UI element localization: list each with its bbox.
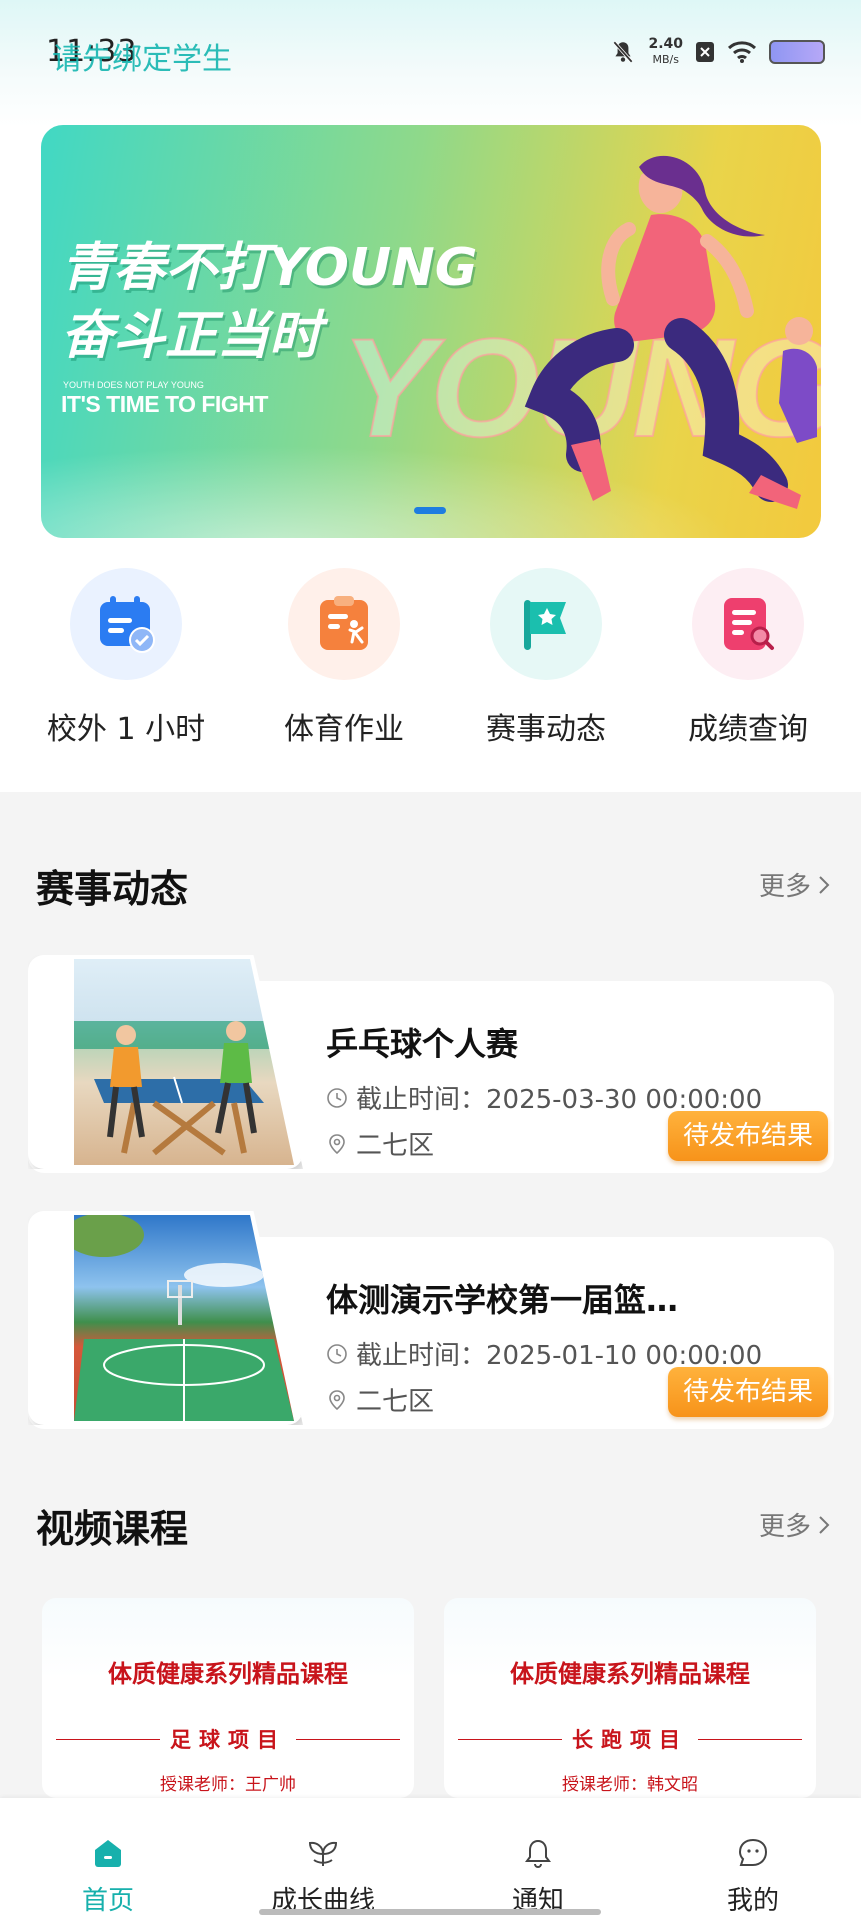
calendar-check-icon (100, 596, 155, 653)
divider (458, 1738, 562, 1740)
quick-label: 体育作业 (284, 712, 404, 747)
document-search-icon (724, 598, 774, 650)
video-teacher: 授课老师：王广帅 (160, 1775, 296, 1795)
quick-item-offcampus-hour[interactable]: 校外 1 小时 (26, 568, 226, 748)
tab-profile[interactable]: 我的 (683, 1836, 823, 1917)
location-pin-icon (329, 1133, 345, 1154)
battery-icon (769, 40, 825, 64)
more-label: 更多 (758, 1512, 811, 1542)
bell-muted-icon (613, 41, 634, 63)
clock-icon (327, 1343, 347, 1364)
event-location: 二七区 (326, 1381, 434, 1418)
sprout-icon (308, 1841, 338, 1866)
home-icon (95, 1840, 121, 1867)
video-teacher: 授课老师：韩文昭 (562, 1775, 698, 1795)
table-tennis-scene (74, 1021, 294, 1156)
event-card[interactable]: 乒乓球个人赛 截止时间：2025-03-30 00:00:00 二七区 待发布结… (28, 955, 834, 1187)
video-sport-label: 长跑项目 (572, 1728, 688, 1752)
bell-icon (525, 1839, 551, 1868)
runner-illustration (524, 155, 817, 509)
status-bar: 11:33 请先绑定学生 2.40 MB/s (0, 0, 861, 100)
events-more-link[interactable]: 更多 (759, 866, 831, 903)
tab-label: 我的 (726, 1886, 779, 1916)
quick-icon-bg (490, 568, 602, 680)
sim-blocked-icon (696, 42, 714, 62)
quick-item-pe-homework[interactable]: 体育作业 (244, 568, 444, 748)
tab-label: 首页 (81, 1886, 134, 1916)
profile-icon (738, 1838, 768, 1866)
banner-headline-1: 青春不打YOUNG (61, 238, 478, 298)
tab-growth-curve[interactable]: 成长曲线 (253, 1836, 393, 1917)
event-title: 乒乓球个人赛 (326, 1025, 519, 1063)
banner-small-text: YOUTH DOES NOT PLAY YOUNG (63, 380, 204, 390)
divider (698, 1738, 802, 1740)
location-text: 二七区 (356, 1387, 435, 1417)
status-icons: 2.40 MB/s (610, 32, 825, 72)
video-sport-label: 足球项目 (170, 1728, 286, 1752)
clipboard-runner-icon (320, 596, 368, 650)
divider (296, 1738, 400, 1740)
home-indicator[interactable] (259, 1909, 601, 1915)
event-card[interactable]: 体测演示学校第一届篮… 截止时间：2025-01-10 00:00:00 二七区… (28, 1211, 834, 1443)
video-sport: 长跑项目 (458, 1724, 802, 1754)
banner-headline-2: 奋斗正当时 (61, 306, 322, 366)
quick-label: 校外 1 小时 (46, 712, 206, 747)
tab-notifications[interactable]: 通知 (468, 1836, 608, 1917)
video-course-card[interactable]: 体质健康系列精品课程 足球项目 授课老师：王广帅 (42, 1598, 414, 1798)
location-text: 二七区 (356, 1131, 435, 1161)
net-speed: 2.40 MB/s (648, 37, 683, 67)
video-series-title: 体质健康系列精品课程 (510, 1660, 750, 1688)
clock-icon (327, 1087, 347, 1108)
video-section-title: 视频课程 (36, 1507, 189, 1551)
location-pin-icon (329, 1389, 345, 1410)
net-speed-unit: MB/s (652, 53, 679, 66)
video-more-link[interactable]: 更多 (759, 1506, 831, 1543)
table-tennis-image (74, 959, 294, 1165)
events-section-title: 赛事动态 (36, 867, 189, 911)
status-badge: 待发布结果 (668, 1367, 828, 1417)
video-sport: 足球项目 (56, 1724, 400, 1754)
event-title: 体测演示学校第一届篮… (326, 1281, 679, 1319)
bind-student-link[interactable]: 请先绑定学生 (52, 34, 232, 78)
wifi-icon (727, 41, 757, 63)
tab-home[interactable]: 首页 (38, 1836, 178, 1917)
video-course-card[interactable]: 体质健康系列精品课程 长跑项目 授课老师：韩文昭 (444, 1598, 816, 1798)
promo-banner[interactable]: YOUNG 青春不打YOUNG 奋斗正当时 YOUTH DOES NOT PLA… (41, 125, 821, 538)
chevron-right-icon (819, 1515, 830, 1534)
quick-item-events[interactable]: 赛事动态 (446, 568, 646, 748)
quick-icon-bg (288, 568, 400, 680)
quick-label: 赛事动态 (486, 712, 606, 747)
net-speed-value: 2.40 (648, 36, 683, 52)
quick-item-score-query[interactable]: 成绩查询 (648, 568, 848, 748)
carousel-indicator[interactable] (414, 507, 446, 514)
quick-icon-bg (692, 568, 804, 680)
banner-english-slogan: IT'S TIME TO FIGHT (61, 391, 268, 417)
bottom-tab-bar: 首页 成长曲线 通知 我的 (0, 1798, 861, 1920)
video-series-title: 体质健康系列精品课程 (108, 1660, 348, 1688)
status-badge: 待发布结果 (668, 1111, 828, 1161)
quick-label: 成绩查询 (688, 712, 808, 747)
divider (56, 1738, 160, 1740)
chevron-right-icon (819, 875, 830, 894)
more-label: 更多 (758, 872, 811, 902)
basketball-court-image (74, 1215, 294, 1421)
quick-menu: 校外 1 小时 体育作业 赛事动态 成绩查询 (0, 568, 861, 768)
event-location: 二七区 (326, 1125, 434, 1162)
quick-icon-bg (70, 568, 182, 680)
basketball-court-scene (74, 1215, 294, 1421)
flag-star-icon (524, 600, 566, 650)
